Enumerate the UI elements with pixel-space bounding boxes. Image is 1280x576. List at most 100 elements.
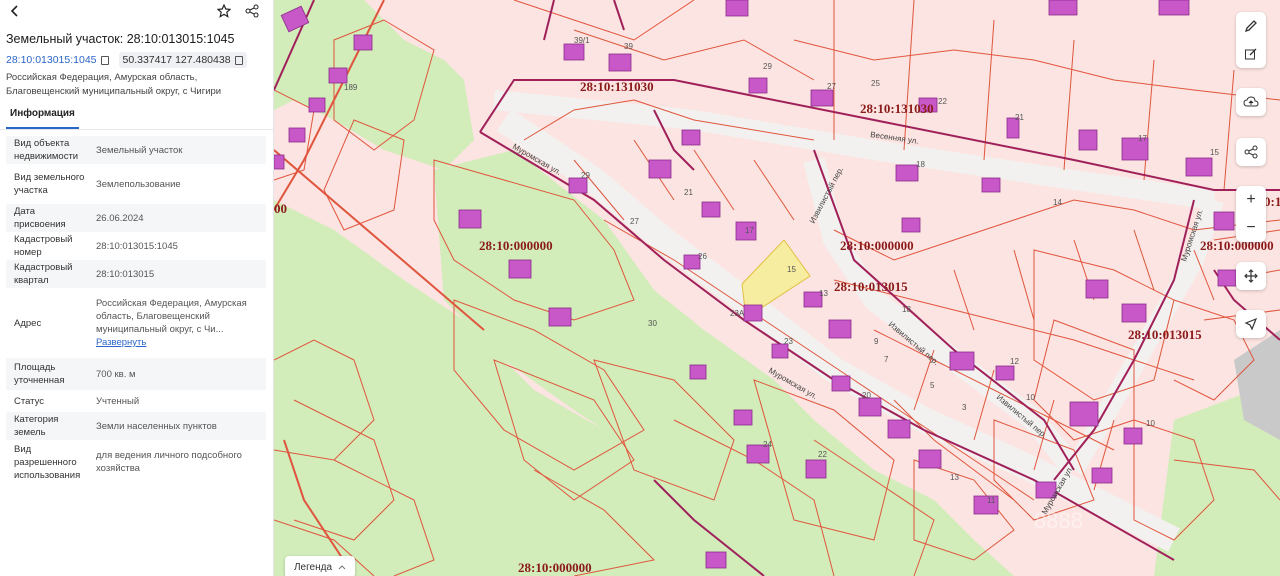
parcel-number[interactable]: 21 [684, 188, 693, 197]
info-row-key: Кадастровый квартал [14, 262, 73, 286]
navigation-arrow-icon [1244, 317, 1258, 331]
parcel-number[interactable]: 22 [938, 97, 947, 106]
map-share-button[interactable] [1236, 138, 1266, 166]
info-row-key: Площадь уточненная [14, 362, 65, 386]
cadastral-number-link[interactable]: 28:10:013015:1045 [6, 54, 97, 66]
parcel-number[interactable]: 12 [1010, 357, 1019, 366]
parcel-number[interactable]: 23A [730, 309, 745, 318]
info-row-value: 28:10:013015 [88, 268, 266, 281]
green-area [274, 0, 474, 170]
info-row-value: 26.06.2024 [88, 212, 266, 225]
zoom-controls: + − [1236, 186, 1266, 242]
info-row-value-text: 26.06.2024 [96, 212, 144, 224]
quarter-label: 28:10:013015 [1128, 327, 1202, 342]
panel-topbar [0, 0, 273, 22]
pan-button[interactable] [1236, 262, 1266, 290]
copy-coordinates-icon[interactable] [234, 55, 243, 65]
info-row-key: Кадастровый номер [14, 234, 73, 258]
info-row-value: Российская Федерация, Амурская область, … [88, 297, 266, 349]
address-text: Российская Федерация, Амурская область, … [6, 72, 222, 97]
parcel-number[interactable]: 11 [987, 496, 996, 505]
parcel-number[interactable]: 39 [624, 42, 633, 51]
pencil-button[interactable] [1236, 12, 1266, 40]
parcel-number[interactable]: 7 [884, 355, 889, 364]
parcel-number[interactable]: 18 [902, 305, 911, 314]
page-title: Земельный участок: 28:10:013015:1045 [6, 32, 235, 46]
parcel-number[interactable]: 21 [1015, 113, 1024, 122]
move-icon [1244, 269, 1258, 283]
share-button[interactable] [241, 0, 263, 22]
back-button[interactable] [4, 0, 26, 22]
star-icon [217, 4, 231, 18]
info-row: Кадастровый квартал 28:10:013015 [6, 260, 266, 288]
parcel-number[interactable]: 17 [1138, 134, 1147, 143]
quarter-label: 28:10:131030 [580, 79, 654, 94]
info-row: Статус Учтенный [6, 390, 266, 412]
info-row-value-text: Учтенный [96, 395, 140, 407]
parcel-number[interactable]: 29 [763, 62, 772, 71]
locate-button[interactable] [1236, 310, 1266, 338]
zoom-out-button[interactable]: − [1236, 214, 1266, 242]
parcel-number[interactable]: 27 [630, 217, 639, 226]
info-row-value: для ведения личного подсобного хозяйства [88, 449, 266, 475]
info-row-key: Категория земель [14, 414, 59, 438]
info-row-value-text: Землепользование [96, 178, 181, 190]
parcel-number[interactable]: 25 [871, 79, 880, 88]
legend-button[interactable]: Легенда [285, 556, 355, 576]
info-row: Вид объекта недвижимости Земельный участо… [6, 136, 266, 164]
info-row-value-text: Российская Федерация, Амурская область, … [96, 298, 247, 335]
info-row-key: Дата присвоения [14, 206, 66, 230]
quarter-label: 28:10:000000 [479, 238, 553, 253]
legend-label: Легенда [293, 561, 333, 573]
favorite-button[interactable] [213, 0, 235, 22]
parcel-number[interactable]: 10 [1026, 393, 1035, 402]
chevron-left-icon [10, 5, 18, 17]
tab-information[interactable]: Информация [6, 108, 79, 129]
parcel-number[interactable]: 26 [698, 252, 707, 261]
share-icon [245, 4, 259, 18]
parcel-number[interactable]: 3 [962, 403, 967, 412]
zoom-in-button[interactable]: + [1236, 186, 1266, 214]
locate-tool [1236, 310, 1266, 338]
parcel-number[interactable]: 5 [930, 381, 935, 390]
parcel-number[interactable]: 20 [862, 391, 871, 400]
parcel-number[interactable]: 10 [1146, 419, 1155, 428]
quarter-label: 00 [274, 201, 287, 216]
expand-address-link[interactable]: Развернуть [96, 336, 266, 349]
edit-button[interactable] [1236, 40, 1266, 68]
minus-icon: − [1246, 219, 1256, 236]
coordinates-chip[interactable]: 50.337417 127.480438 [118, 52, 247, 68]
info-row-value-text: Земли населенных пунктов [96, 420, 217, 432]
parcel-number[interactable]: 14 [1053, 198, 1062, 207]
parcel-number[interactable]: 17 [745, 226, 754, 235]
parcel-number[interactable]: 15 [1210, 148, 1219, 157]
parcel-number[interactable]: 29 [581, 171, 590, 180]
info-row: Дата присвоения 26.06.2024 [6, 204, 266, 232]
parcel-number[interactable]: 23 [784, 337, 793, 346]
parcel-number[interactable]: 15 [787, 265, 796, 274]
parcel-number[interactable]: 189 [344, 83, 358, 92]
parcel-number[interactable]: 30 [648, 319, 657, 328]
draw-tools [1236, 12, 1266, 68]
info-row: Адрес Российская Федерация, Амурская обла… [6, 288, 266, 358]
copy-icon[interactable] [100, 55, 109, 65]
parcel-number[interactable]: 39/1 [574, 36, 590, 45]
parcel-number[interactable]: 9 [874, 337, 879, 346]
info-row: Площадь уточненная 700 кв. м [6, 358, 266, 390]
parcel-number[interactable]: 27 [827, 82, 836, 91]
parcel-number[interactable]: 22 [818, 450, 827, 459]
info-row-value-text: 28:10:013015 [96, 268, 155, 280]
parcel-number[interactable]: 24 [763, 440, 772, 449]
map[interactable]: 28:10:131030 28:10:131030 28:10:000000 2… [274, 0, 1280, 576]
app: Земельный участок: 28:10:013015:1045 28:… [0, 0, 1280, 576]
parcel-number[interactable]: 13 [950, 473, 959, 482]
upload-button[interactable] [1236, 88, 1266, 116]
info-row-key: Вид разрешенного использования [14, 443, 81, 481]
parcel-number[interactable]: 13 [819, 289, 828, 298]
info-row-key: Статус [14, 395, 45, 407]
upload-tool [1236, 88, 1266, 116]
info-row-value: Земельный участок [88, 144, 266, 157]
info-row-key: Вид земельного участка [14, 172, 85, 196]
info-row-value: 28:10:013015:1045 [88, 240, 266, 253]
parcel-number[interactable]: 18 [916, 160, 925, 169]
